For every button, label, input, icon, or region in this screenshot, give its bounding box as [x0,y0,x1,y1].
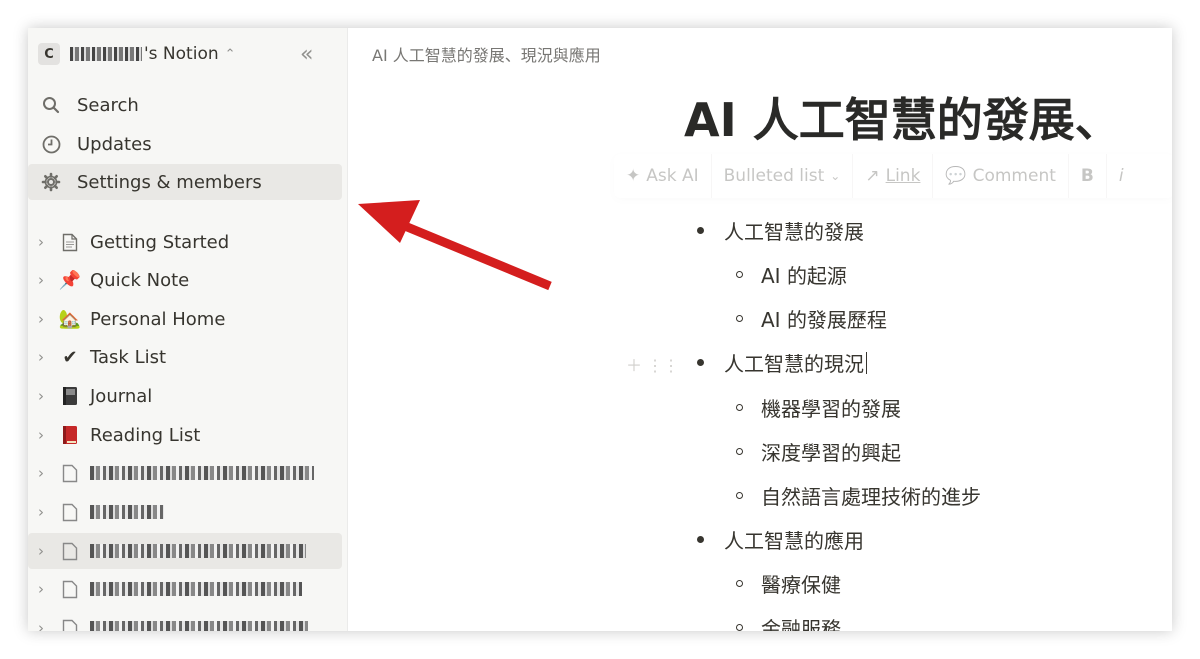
red-annotation-arrow [358,200,552,291]
notion-window: C 's Notion ⌃ « Search Updates Settings [28,28,1172,631]
